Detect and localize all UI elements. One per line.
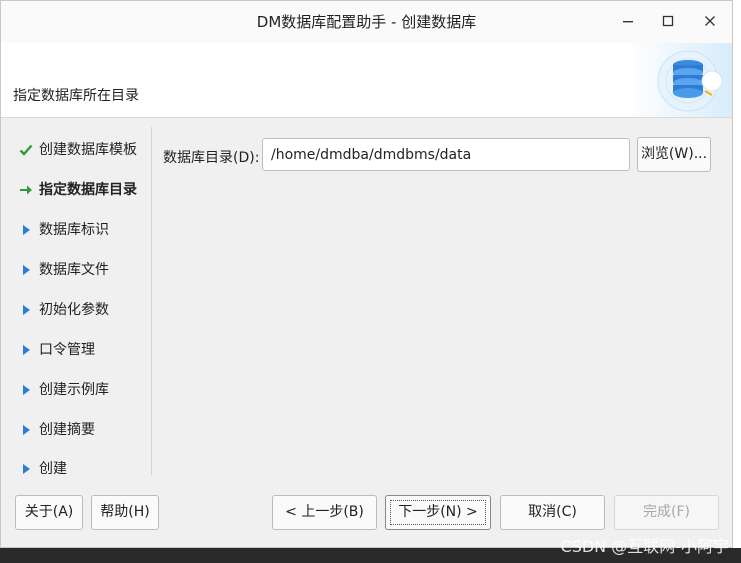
cancel-button[interactable]: 取消(C)	[500, 495, 605, 530]
step-label: 指定数据库目录	[39, 182, 137, 198]
step-item: 创建摘要	[19, 418, 95, 442]
page-subtitle: 指定数据库所在目录	[13, 88, 139, 104]
step-list: 创建数据库模板 指定数据库目录 数据库标识 数据库文件 初始化参数 口令管理 创…	[1, 127, 152, 475]
database-dir-input[interactable]	[262, 138, 630, 171]
step-item: 创建示例库	[19, 378, 109, 402]
checkmark-icon	[19, 138, 39, 162]
step-label: 创建数据库模板	[39, 142, 137, 158]
close-button[interactable]	[698, 10, 722, 34]
database-icon	[626, 43, 732, 117]
step-label: 创建示例库	[39, 382, 109, 398]
step-item: 创建数据库模板	[19, 138, 137, 162]
step-label: 数据库文件	[39, 262, 109, 278]
page-header: 指定数据库所在目录	[1, 43, 732, 118]
minimize-icon	[623, 21, 633, 23]
close-icon	[705, 16, 715, 26]
minimize-button[interactable]	[616, 10, 640, 34]
step-item: 数据库文件	[19, 258, 109, 282]
triangle-right-icon	[19, 378, 39, 402]
step-item: 创建	[19, 457, 67, 475]
step-item: 初始化参数	[19, 298, 109, 322]
step-item-current: 指定数据库目录	[19, 178, 137, 202]
triangle-right-icon	[19, 457, 39, 475]
background-window-edge	[733, 0, 741, 548]
finish-button[interactable]: 完成(F)	[614, 495, 719, 530]
maximize-icon	[662, 15, 674, 27]
triangle-right-icon	[19, 298, 39, 322]
about-button[interactable]: 关于(A)	[15, 495, 83, 530]
step-label: 口令管理	[39, 342, 95, 358]
step-label: 创建摘要	[39, 422, 95, 438]
main-content: 数据库目录(D): 浏览(W)...	[152, 127, 732, 475]
triangle-right-icon	[19, 338, 39, 362]
step-label: 数据库标识	[39, 222, 109, 238]
browse-button[interactable]: 浏览(W)...	[637, 137, 711, 172]
watermark: CSDN @互联网-小阿宇	[560, 537, 729, 556]
triangle-right-icon	[19, 218, 39, 242]
help-button[interactable]: 帮助(H)	[91, 495, 159, 530]
maximize-button[interactable]	[656, 10, 680, 34]
title-bar[interactable]: DM数据库配置助手 - 创建数据库	[1, 1, 732, 43]
triangle-right-icon	[19, 418, 39, 442]
step-label: 初始化参数	[39, 302, 109, 318]
next-button[interactable]: 下一步(N) >	[385, 495, 491, 530]
arrow-right-icon	[19, 178, 39, 202]
database-dir-label: 数据库目录(D):	[163, 150, 260, 166]
triangle-right-icon	[19, 258, 39, 282]
step-item: 数据库标识	[19, 218, 109, 242]
step-item: 口令管理	[19, 338, 95, 362]
dialog-window: DM数据库配置助手 - 创建数据库 指定数据库所在目录 创建数据库模板 指定数据…	[0, 0, 733, 548]
step-label: 创建	[39, 461, 67, 475]
prev-button[interactable]: < 上一步(B)	[272, 495, 377, 530]
